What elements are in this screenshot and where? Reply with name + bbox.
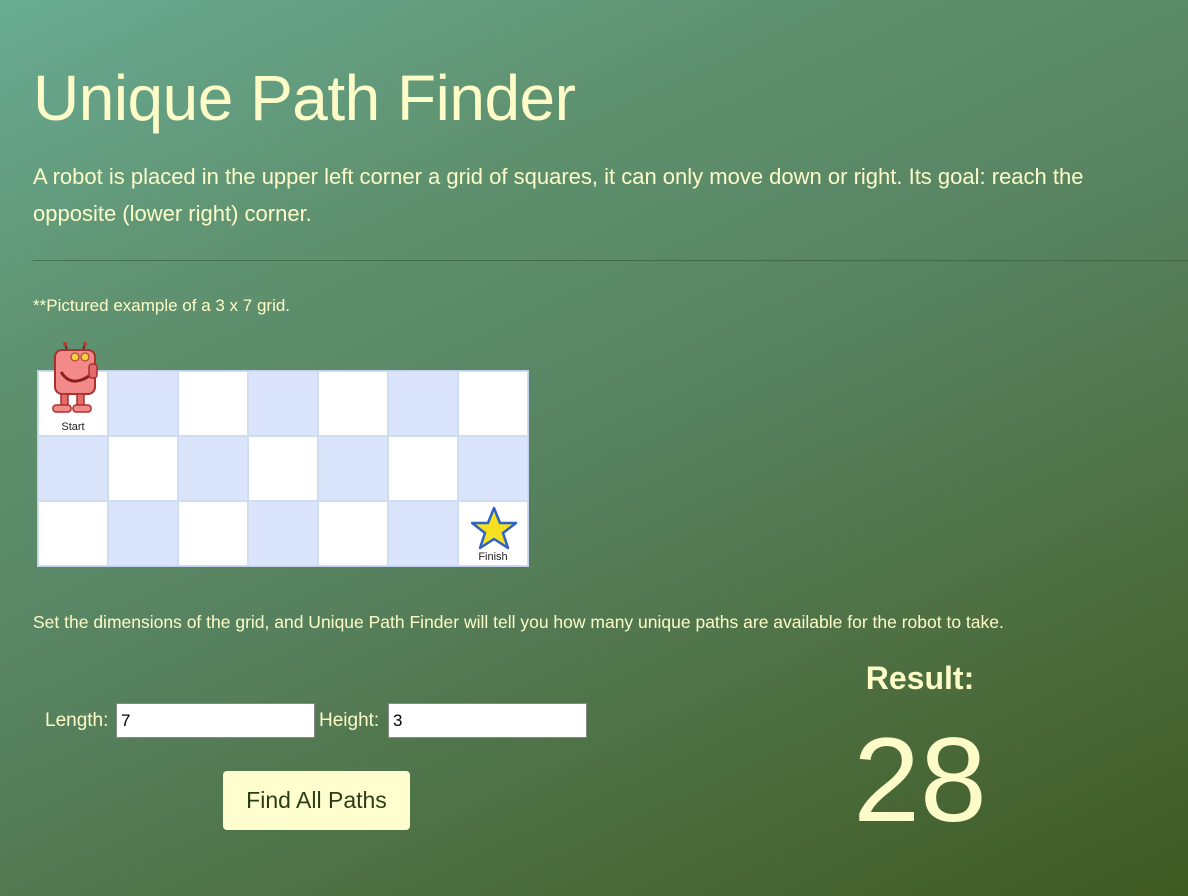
- result-value: 28: [853, 713, 987, 847]
- length-input[interactable]: [116, 703, 315, 738]
- intro-text: A robot is placed in the upper left corn…: [33, 164, 1084, 226]
- length-label: Length:: [45, 710, 109, 731]
- grid-cell: [179, 437, 247, 500]
- height-label: Height:: [319, 710, 380, 731]
- start-label: Start: [61, 421, 85, 433]
- divider: [33, 260, 1188, 261]
- grid-cell: [459, 437, 527, 500]
- grid-cells: Start Finish: [39, 342, 527, 565]
- star-icon: [470, 506, 518, 550]
- grid-cell: [109, 437, 177, 500]
- grid-cell: [109, 502, 177, 565]
- grid-cell: [319, 372, 387, 435]
- grid-cell: [459, 372, 527, 435]
- finish-label: Finish: [478, 551, 508, 563]
- example-caption: **Pictured example of a 3 x 7 grid.: [33, 296, 291, 315]
- grid-cell: [319, 502, 387, 565]
- page-title: Unique Path Finder: [33, 62, 576, 134]
- result-label: Result:: [865, 660, 975, 696]
- grid-cell: [39, 502, 107, 565]
- description-text: Set the dimensions of the grid, and Uniq…: [33, 612, 1004, 632]
- grid-cell: [179, 372, 247, 435]
- grid-cell: [319, 437, 387, 500]
- grid-cell: [249, 502, 317, 565]
- grid-cell: [249, 372, 317, 435]
- grid-cell: [179, 502, 247, 565]
- grid-cell: [389, 437, 457, 500]
- example-grid: Start Finish: [37, 342, 529, 567]
- find-all-paths-button[interactable]: Find All Paths: [223, 771, 410, 830]
- start-cell: Start: [39, 342, 107, 435]
- grid-cell: [109, 372, 177, 435]
- grid-cell: [249, 437, 317, 500]
- grid-cell: [389, 372, 457, 435]
- grid-cell: [389, 502, 457, 565]
- height-input[interactable]: [388, 703, 587, 738]
- robot-icon: [49, 342, 101, 420]
- grid-cell: [39, 437, 107, 500]
- finish-cell: Finish: [459, 502, 527, 565]
